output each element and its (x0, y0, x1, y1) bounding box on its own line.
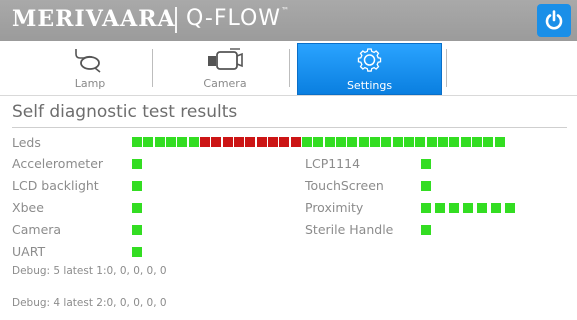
test-label: LCP1114 (305, 156, 361, 171)
tab-camera[interactable]: Camera (170, 44, 280, 92)
led-status-ok (483, 137, 494, 147)
lamp-icon (75, 49, 101, 73)
led-status-ok (154, 137, 165, 147)
led-status-fail (222, 137, 233, 147)
led-status-ok (177, 137, 188, 147)
title-underline (12, 127, 567, 128)
camera-icon (208, 48, 243, 70)
trademark-mark: ™ (281, 6, 291, 15)
test-status-indicator (421, 181, 431, 191)
led-status-ok (471, 137, 482, 147)
app-header: MERIVAARA Q-FLOW™ (0, 0, 577, 41)
led-status-ok (143, 137, 154, 147)
led-status-ok (132, 137, 142, 147)
test-label: Sterile Handle (305, 222, 394, 237)
test-status-indicator (505, 203, 515, 213)
tab-bar: Lamp Camera Settings (0, 41, 577, 96)
test-status-indicator (463, 203, 473, 213)
tab-divider (289, 49, 290, 87)
led-status-fail (245, 137, 256, 147)
led-status-ok (415, 137, 426, 147)
tab-divider (152, 49, 153, 87)
tab-camera-label: Camera (203, 77, 247, 90)
test-status-indicator (421, 159, 431, 169)
led-status-ok (347, 137, 358, 147)
led-status-ok (188, 137, 199, 147)
tab-settings-label: Settings (346, 79, 393, 92)
test-status-indicator (132, 203, 142, 213)
brand-logo: MERIVAARA (12, 6, 176, 32)
test-label: Accelerometer (12, 156, 104, 171)
led-status-ok (358, 137, 369, 147)
product-name: Q-FLOW™ (186, 6, 290, 31)
test-label: Camera (12, 222, 62, 237)
debug-line: Debug: 5 latest 1:0, 0, 0, 0, 0 (12, 265, 167, 277)
test-status-indicator (477, 203, 487, 213)
led-status-ok (369, 137, 380, 147)
test-status-indicator (132, 159, 142, 169)
led-status-fail (256, 137, 267, 147)
led-status-ok (426, 137, 437, 147)
led-status-fail (199, 137, 210, 147)
test-status-indicator (421, 203, 431, 213)
tab-divider (446, 49, 447, 87)
test-status-indicator (491, 203, 501, 213)
power-icon (545, 10, 563, 30)
led-status-fail (233, 137, 244, 147)
led-status-ok (392, 137, 403, 147)
led-status-fail (267, 137, 278, 147)
led-status-ok (165, 137, 176, 147)
led-status-ok (324, 137, 335, 147)
power-button[interactable] (537, 4, 571, 37)
leds-label: Leds (12, 135, 41, 150)
led-status-ok (403, 137, 414, 147)
test-status-indicator (435, 203, 445, 213)
test-status-indicator (449, 203, 459, 213)
page-title: Self diagnostic test results (12, 102, 238, 122)
led-status-fail (290, 137, 301, 147)
tab-lamp-label: Lamp (74, 77, 106, 90)
tab-lamp[interactable]: Lamp (40, 44, 140, 92)
test-label: UART (12, 244, 46, 259)
tab-settings[interactable]: Settings (297, 43, 442, 95)
test-status-indicator (132, 225, 142, 235)
product-label: Q-FLOW (186, 6, 282, 31)
test-label: Xbee (12, 200, 44, 215)
test-status-indicator (132, 247, 142, 257)
led-status-ok (449, 137, 460, 147)
led-status-ok (460, 137, 471, 147)
led-status-ok (437, 137, 448, 147)
led-status-fail (211, 137, 222, 147)
test-status-indicator (132, 181, 142, 191)
led-status-ok (335, 137, 346, 147)
led-status-ok (313, 137, 324, 147)
test-label: LCD backlight (12, 178, 99, 193)
led-status-ok (381, 137, 392, 147)
gear-icon (357, 48, 382, 72)
test-status-indicator (421, 225, 431, 235)
debug-line: Debug: 4 latest 2:0, 0, 0, 0, 0 (12, 297, 167, 309)
test-label: Proximity (305, 200, 364, 215)
led-status-fail (279, 137, 290, 147)
brand-separator (175, 7, 177, 33)
test-label: TouchScreen (305, 178, 384, 193)
led-status-ok (301, 137, 312, 147)
led-status-ok (494, 137, 505, 147)
